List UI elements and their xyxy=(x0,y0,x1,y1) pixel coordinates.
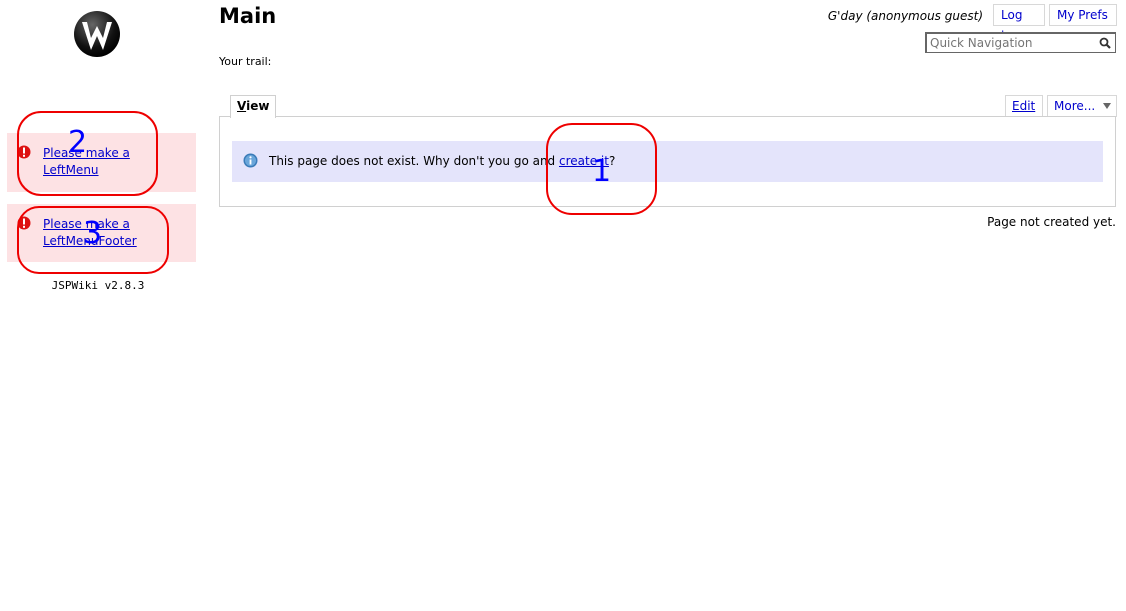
info-icon xyxy=(243,153,258,168)
tab-edit[interactable]: Edit xyxy=(1005,95,1043,117)
more-label: More... xyxy=(1054,99,1096,113)
login-button[interactable]: Log in xyxy=(993,4,1045,43)
search-icon[interactable] xyxy=(1099,37,1111,49)
info-message-box: This page does not exist. Why don't you … xyxy=(232,141,1103,182)
edit-link[interactable]: Edit xyxy=(1012,99,1035,113)
quick-navigation-input[interactable] xyxy=(927,34,1090,51)
annotation-number-1: 1 xyxy=(592,154,612,189)
annotation-number-2: 2 xyxy=(68,125,88,160)
tab-view-label: iew xyxy=(246,99,270,113)
page-title: Main xyxy=(219,4,277,28)
info-message-text: This page does not exist. Why don't you … xyxy=(269,154,556,168)
jspwiki-logo-icon[interactable] xyxy=(73,10,121,58)
user-greeting: G'day (anonymous guest) xyxy=(827,9,983,23)
tab-view[interactable]: View xyxy=(230,95,277,118)
version-label: JSPWiki v2.8.3 xyxy=(51,279,145,292)
breadcrumb-trail: Your trail: xyxy=(219,55,272,68)
tab-view-accesskey: V xyxy=(237,99,247,113)
page-status: Page not created yet. xyxy=(987,215,1116,229)
chevron-down-icon xyxy=(1103,103,1111,109)
quick-navigation-box xyxy=(925,32,1116,53)
my-prefs-button[interactable]: My Prefs xyxy=(1049,4,1117,26)
annotation-circle-2 xyxy=(17,111,158,196)
tab-more[interactable]: More... xyxy=(1047,95,1117,117)
annotation-number-3: 3 xyxy=(83,216,103,251)
my-prefs-link[interactable]: My Prefs xyxy=(1057,8,1108,22)
